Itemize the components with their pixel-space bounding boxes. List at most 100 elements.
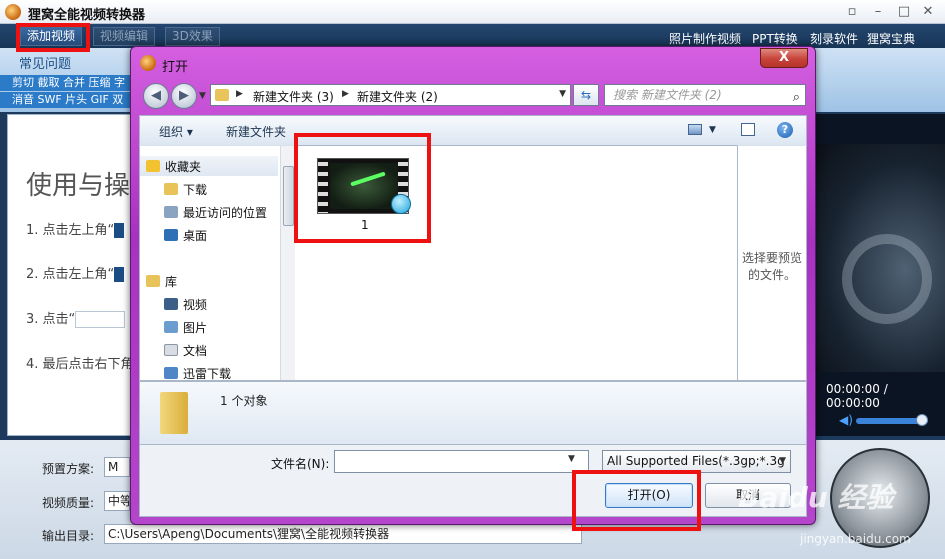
volume-slider-handle[interactable]: [916, 414, 928, 426]
nav-pictures-label: 图片: [183, 321, 208, 335]
nav-thunder-downloads[interactable]: 迅雷下载: [164, 365, 231, 382]
nav-downloads-label: 下载: [183, 183, 208, 197]
breadcrumb-separator-icon[interactable]: ▶: [236, 89, 243, 99]
dialog-close-button[interactable]: X: [760, 48, 808, 68]
star-icon: [146, 160, 160, 172]
folder-icon: [215, 89, 229, 101]
back-arrow-icon[interactable]: ◀: [143, 83, 169, 109]
preset-select[interactable]: M: [104, 457, 130, 477]
thunder-download-icon: [164, 367, 178, 379]
nav-favorites-label: 收藏夹: [165, 160, 202, 174]
guide-step-3: 3. 点击“: [26, 308, 126, 328]
dialog-toolbar: 组织 ▾ 新建文件夹 ▼ ?: [139, 115, 807, 145]
file-type-dropdown-icon[interactable]: ▼: [779, 451, 786, 472]
guide-step-4: 4. 最后点击右下角: [26, 357, 134, 372]
nav-videos[interactable]: 视频: [164, 296, 207, 313]
desktop-icon: [164, 229, 178, 241]
baidu-watermark: Baidu 经验: [738, 481, 894, 514]
ppt-convert-link[interactable]: PPT转换: [752, 30, 798, 47]
3d-effect-button[interactable]: 3D效果: [165, 27, 220, 46]
dialog-footer: 文件名(N): ▼ All Supported Files(*.3gp;*.3g…: [139, 445, 807, 517]
preview-hint-line-2: 的文件。: [747, 268, 796, 282]
navigation-pane: 收藏夹 下载 最近访问的位置 桌面 库 视频 图片 文档 迅雷下载: [139, 145, 295, 381]
guide-step-3-text: 3. 点击“: [26, 312, 76, 327]
nav-videos-label: 视频: [183, 298, 208, 312]
minimize-icon[interactable]: –: [864, 2, 892, 22]
preview-pane-icon[interactable]: [741, 123, 755, 136]
forward-arrow-icon[interactable]: ▶: [171, 83, 197, 109]
change-view-icon[interactable]: [688, 124, 702, 135]
faq-links-row-2[interactable]: 消音 SWF 片头 GIF 双: [0, 92, 140, 108]
video-edit-button[interactable]: 视频编辑: [93, 27, 156, 46]
search-placeholder: 搜索 新建文件夹 (2): [613, 88, 722, 102]
nav-recent[interactable]: 最近访问的位置: [164, 204, 267, 221]
guide-step-1: 1. 点击左上角“: [26, 219, 125, 238]
nav-pictures[interactable]: 图片: [164, 319, 207, 336]
close-icon[interactable]: ✕: [914, 2, 942, 22]
open-file-dialog: 打开 X ◀ ▶ ▼ ▶ 新建文件夹 (3) ▶ 新建文件夹 (2) ▼ ⇆ 搜…: [130, 46, 816, 525]
quality-label: 视频质量:: [42, 496, 95, 510]
highlight-add-video: [16, 23, 90, 52]
liwo-guide-link[interactable]: 狸窝宝典: [867, 30, 915, 47]
preview-hint-line-1: 选择要预览: [741, 251, 802, 265]
filename-label: 文件名(N):: [271, 457, 330, 471]
volume-icon[interactable]: ◀): [839, 413, 853, 427]
nav-downloads[interactable]: 下载: [164, 181, 207, 198]
documents-icon: [164, 344, 178, 356]
faq-links-row-1[interactable]: 剪切 截取 合并 压缩 字: [0, 75, 140, 91]
nav-library[interactable]: 库: [146, 273, 177, 290]
nav-documents[interactable]: 文档: [164, 342, 207, 359]
history-dropdown-icon[interactable]: ▼: [199, 91, 206, 101]
app-titlebar: 狸窝全能视频转换器 ▫ – □ ✕: [0, 0, 945, 24]
file-type-value: All Supported Files(*.3gp;*.3g: [607, 454, 785, 468]
highlight-open-button: [572, 470, 701, 531]
pictures-icon: [164, 321, 178, 333]
burn-software-link[interactable]: 刻录软件: [810, 30, 858, 47]
faq-title[interactable]: 常见问题: [19, 53, 71, 72]
library-icon: [146, 275, 160, 287]
search-icon[interactable]: ⌕: [793, 88, 800, 108]
search-input[interactable]: 搜索 新建文件夹 (2) ⌕: [604, 84, 806, 106]
app-title: 狸窝全能视频转换器: [28, 8, 146, 23]
organize-button[interactable]: 组织 ▾: [159, 123, 193, 140]
app-toolbar: 添加视频 视频编辑 3D效果 照片制作视频 PPT转换 刻录软件 狸窝宝典: [0, 24, 945, 48]
address-dropdown-icon[interactable]: ▼: [559, 89, 566, 99]
view-dropdown-icon[interactable]: ▼: [709, 125, 716, 135]
preset-label: 预置方案:: [42, 462, 95, 476]
nav-favorites[interactable]: 收藏夹: [146, 158, 201, 175]
restore-icon[interactable]: ▫: [838, 2, 866, 22]
webcam-image: [842, 234, 932, 324]
guide-step-1-text: 1. 点击左上角“: [26, 223, 115, 238]
quality-select[interactable]: 中等: [104, 491, 130, 511]
nav-thunder-label: 迅雷下载: [183, 367, 232, 381]
nav-scrollbar[interactable]: [280, 146, 295, 380]
step-button-marker: [114, 267, 125, 282]
highlight-file-thumbnail: [294, 133, 431, 243]
nav-library-label: 库: [165, 275, 178, 289]
dialog-title: 打开: [162, 60, 189, 75]
step-button-marker: [114, 223, 125, 238]
output-dir-field[interactable]: C:\Users\Apeng\Documents\狸窝\全能视频转换器: [104, 524, 582, 544]
details-pane: 1 个对象: [139, 381, 807, 445]
guide-step-2: 2. 点击左上角“: [26, 263, 125, 282]
nav-scrollbar-thumb[interactable]: [283, 166, 294, 226]
filename-input[interactable]: [334, 450, 589, 473]
object-count: 1 个对象: [220, 394, 268, 408]
time-readout: 00:00:00 / 00:00:00: [826, 382, 888, 410]
nav-desktop[interactable]: 桌面: [164, 227, 207, 244]
breadcrumb-folder-2[interactable]: 新建文件夹 (2): [357, 88, 438, 105]
address-bar[interactable]: ▶ 新建文件夹 (3) ▶ 新建文件夹 (2) ▼: [210, 84, 571, 106]
videos-icon: [164, 298, 178, 310]
nav-documents-label: 文档: [183, 344, 208, 358]
guide-title: 使用与操: [26, 171, 131, 201]
output-dir-label: 输出目录:: [42, 529, 95, 543]
photo-video-link[interactable]: 照片制作视频: [669, 30, 741, 47]
step-field-marker: [75, 311, 126, 328]
breadcrumb-folder-3[interactable]: 新建文件夹 (3): [253, 88, 334, 105]
refresh-button[interactable]: ⇆: [573, 84, 599, 106]
nav-recent-label: 最近访问的位置: [183, 206, 268, 220]
help-icon[interactable]: ?: [777, 122, 793, 138]
breadcrumb-separator-icon[interactable]: ▶: [342, 89, 349, 99]
filename-dropdown-icon[interactable]: ▼: [568, 454, 575, 464]
new-folder-button[interactable]: 新建文件夹: [226, 123, 286, 140]
